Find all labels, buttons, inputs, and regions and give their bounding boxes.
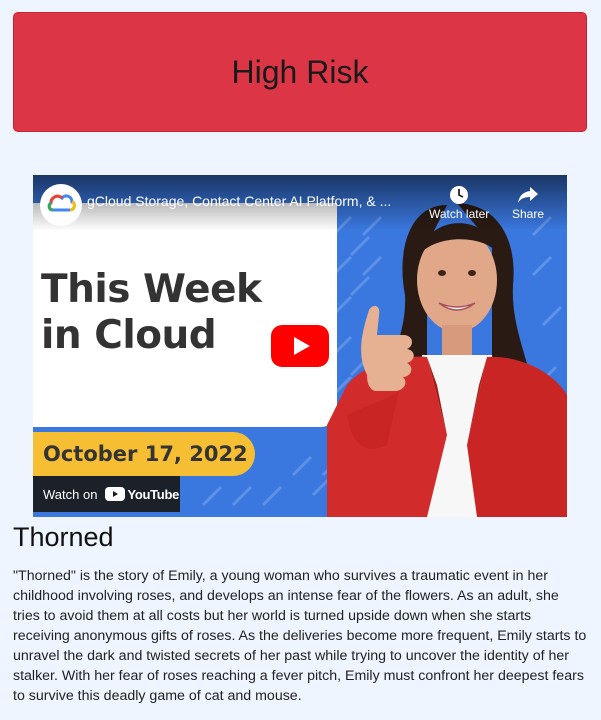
movie-title: Thorned [13, 522, 114, 552]
watch-later-button[interactable]: Watch later [429, 185, 489, 221]
clock-icon [450, 186, 469, 204]
risk-label: High Risk [231, 53, 369, 90]
video-date: October 17, 2022 [43, 442, 248, 466]
movie-description: "Thorned" is the story of Emily, a young… [13, 568, 587, 704]
risk-banner: High Risk [13, 12, 587, 132]
date-badge: October 17, 2022 [33, 432, 255, 476]
video-headline: This Week in Cloud [41, 267, 262, 359]
watch-later-label: Watch later [429, 207, 490, 221]
share-arrow-icon [518, 187, 539, 203]
watch-on-youtube-button[interactable]: Watch on YouTube [33, 476, 180, 512]
youtube-logo-icon [105, 487, 126, 501]
video-embed[interactable]: This Week in Cloud gCloud Storage, Conta… [33, 175, 567, 517]
share-label: Share [512, 207, 545, 221]
youtube-logo: YouTube [105, 487, 179, 502]
google-cloud-logo-icon[interactable] [39, 183, 83, 227]
watch-on-label: Watch on [43, 486, 98, 502]
video-title[interactable]: gCloud Storage, Contact Center AI Platfo… [87, 193, 391, 209]
youtube-play-icon[interactable] [271, 325, 329, 367]
share-button[interactable]: Share [512, 185, 544, 221]
presenter-image [327, 203, 567, 517]
headline-line-2: in Cloud [41, 313, 217, 358]
headline-line-1: This Week [41, 267, 262, 312]
youtube-logo-text: YouTube [127, 486, 180, 502]
